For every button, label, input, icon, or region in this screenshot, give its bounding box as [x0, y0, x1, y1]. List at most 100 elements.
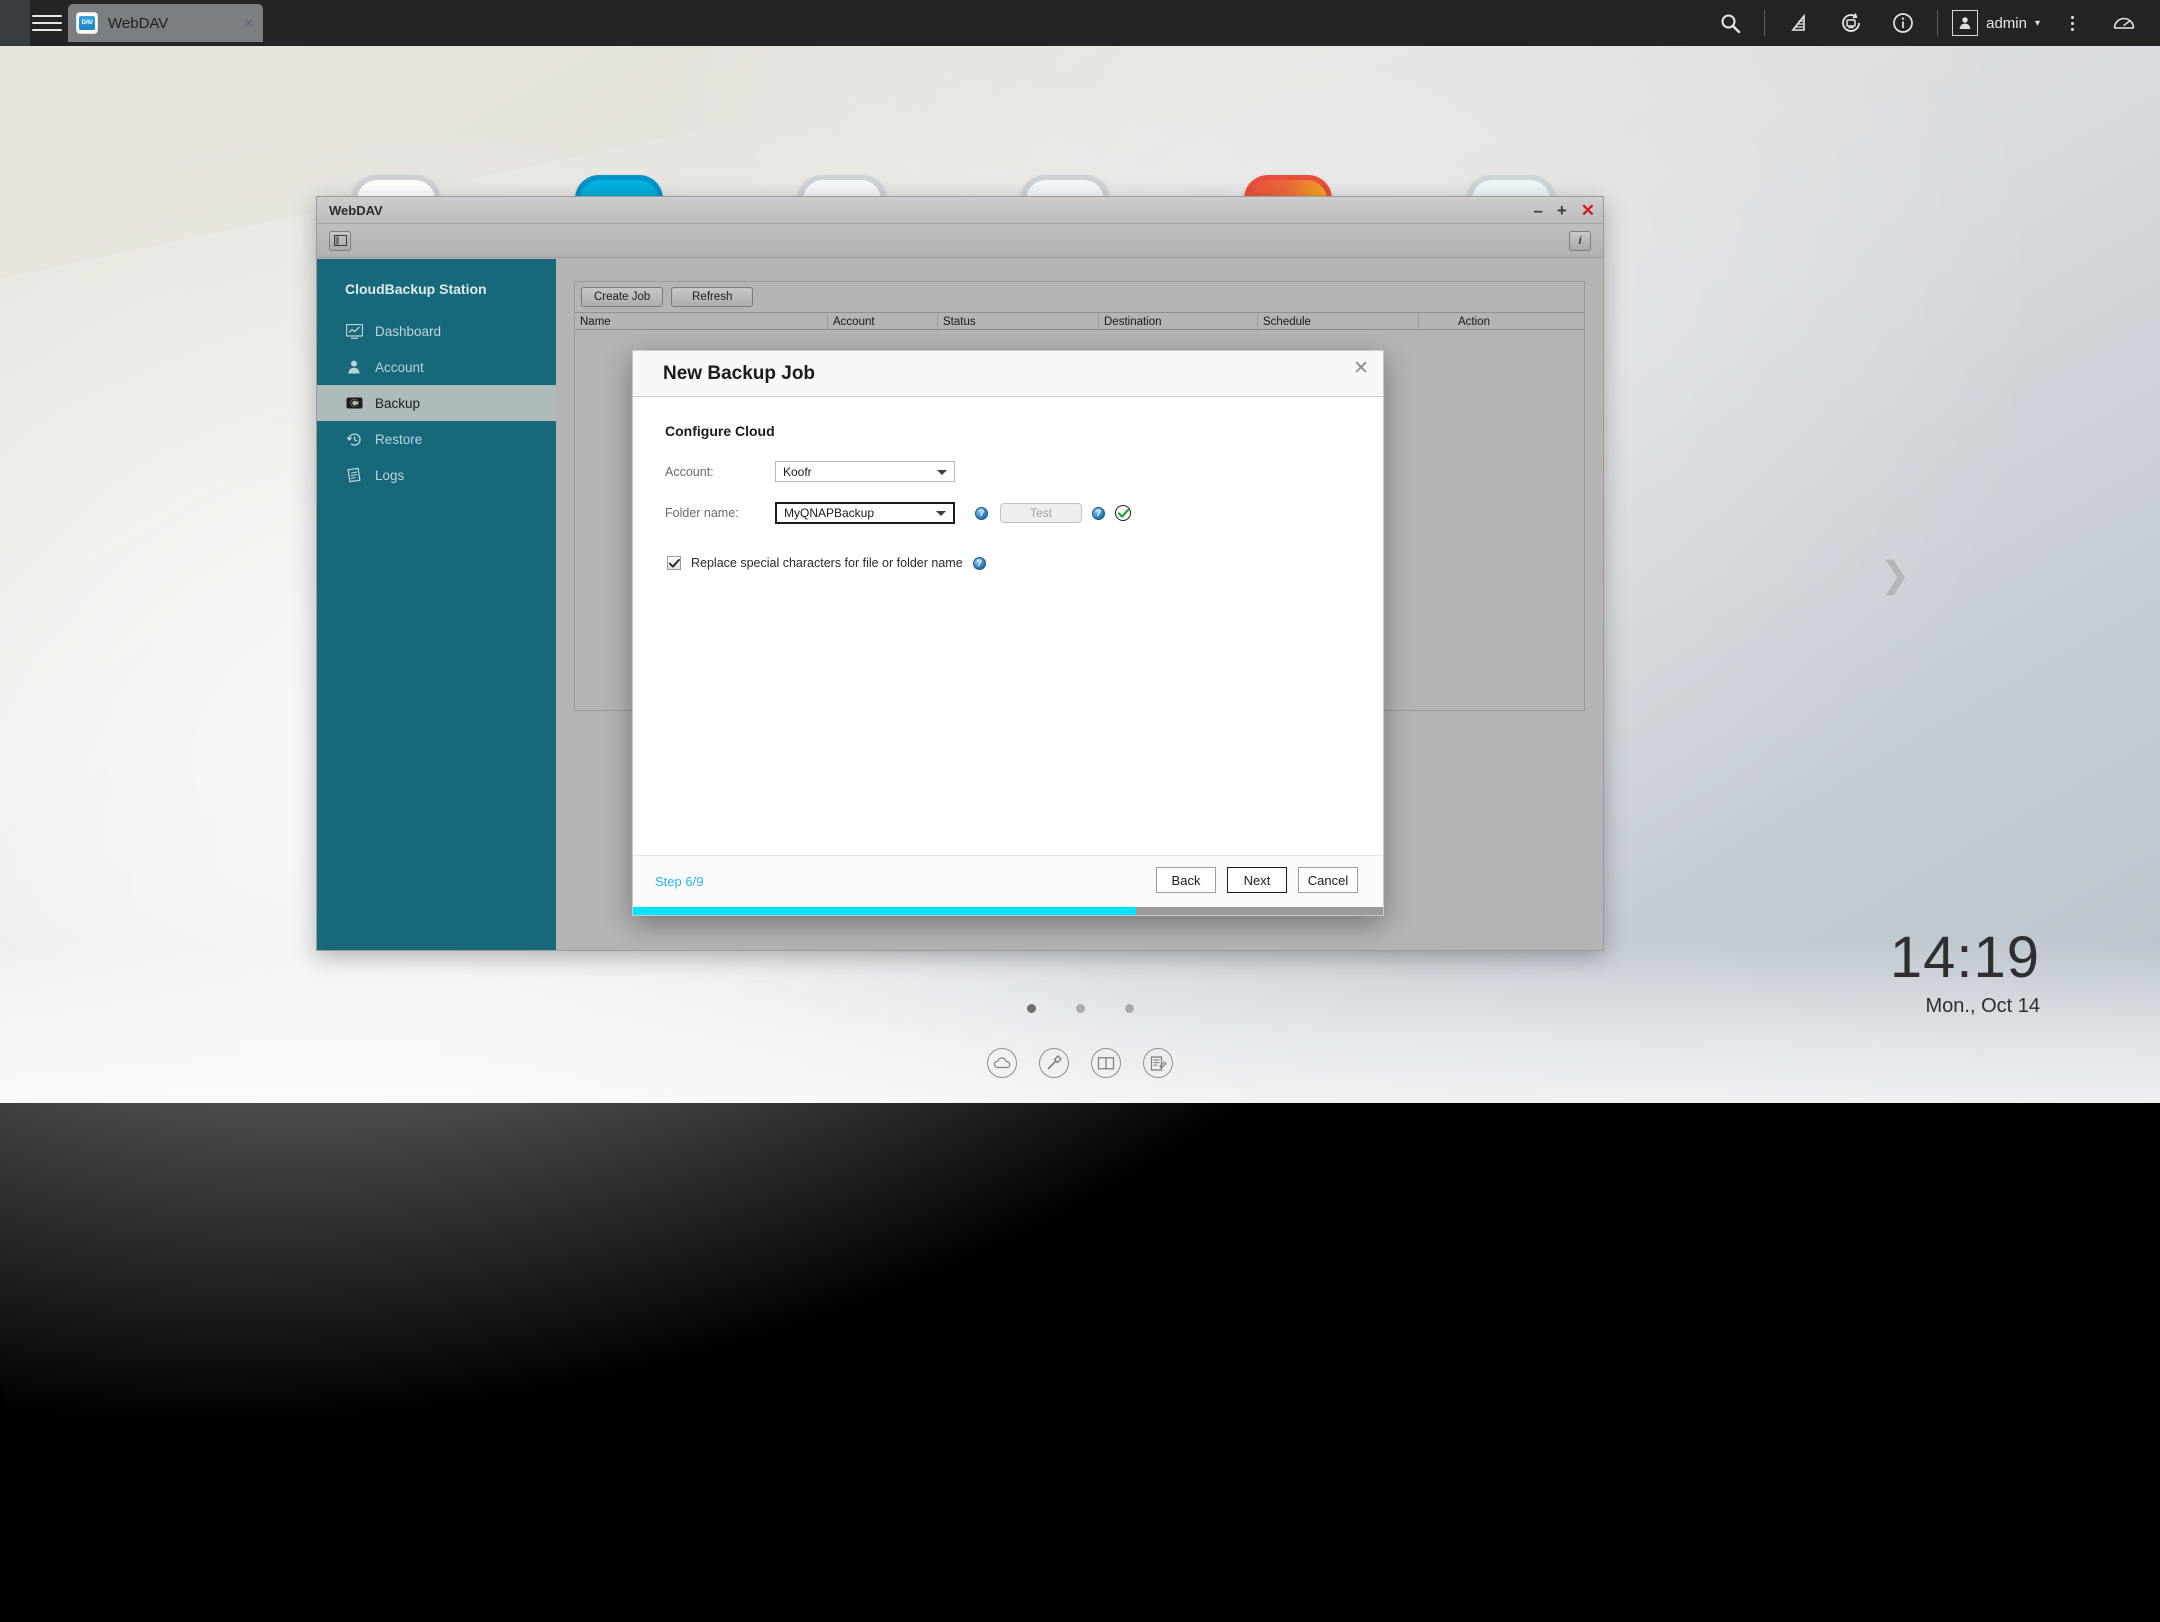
account-row: Account: Koofr [665, 461, 1383, 482]
dialog-header: New Backup Job ✕ [633, 351, 1383, 397]
replace-special-characters-row: Replace special characters for file or f… [667, 556, 1383, 570]
folder-name-label: Folder name: [665, 506, 739, 520]
hamburger-icon[interactable] [32, 10, 62, 36]
step-indicator: Step 6/9 [655, 874, 704, 889]
app-sidebar: CloudBackup Station Dashboard Account Ba… [317, 259, 556, 950]
column-header-name[interactable]: Name [575, 313, 828, 329]
window-maximize-button[interactable]: + [1557, 202, 1567, 219]
chevron-down-icon: ▾ [2034, 17, 2040, 29]
help-book-icon[interactable] [1091, 1048, 1121, 1078]
restore-icon [345, 430, 363, 448]
refresh-button[interactable]: Refresh [671, 287, 754, 307]
info-icon[interactable] [1877, 0, 1929, 46]
jobs-table-header: Name Account Status Destination Schedule… [575, 312, 1584, 330]
window-minimize-button[interactable]: – [1533, 202, 1542, 219]
tools-icon[interactable] [1039, 1048, 1069, 1078]
app-tab-webdav[interactable]: DAV WebDAV × [68, 4, 263, 42]
replace-special-characters-help-icon[interactable]: ? [972, 556, 986, 570]
notes-icon[interactable] [1143, 1048, 1173, 1078]
app-brand-label: CloudBackup Station [345, 281, 487, 297]
cancel-button[interactable]: Cancel [1298, 867, 1358, 893]
user-icon [345, 358, 363, 376]
more-vertical-icon[interactable] [2046, 0, 2098, 46]
dialog-body: Configure Cloud Account: Koofr Folder na… [633, 397, 1383, 855]
sidebar-item-label: Backup [375, 395, 421, 411]
account-label: Account: [665, 464, 714, 479]
dialog-footer: Step 6/9 Back Next Cancel [633, 855, 1383, 915]
column-header-destination[interactable]: Destination [1099, 313, 1258, 329]
webdav-favicon-icon: DAV [76, 12, 98, 34]
window-title-bar[interactable]: WebDAV – + ✕ [317, 197, 1603, 224]
wizard-progress-bar [633, 907, 1383, 915]
user-avatar-icon [1952, 10, 1979, 36]
check-circle-icon [1115, 505, 1131, 521]
desktop-dock [0, 1048, 2160, 1078]
page-dot-3[interactable] [1124, 1004, 1134, 1013]
column-header-schedule[interactable]: Schedule [1258, 313, 1419, 329]
chevron-down-icon [937, 469, 947, 475]
dialog-close-icon[interactable]: ✕ [1353, 359, 1369, 378]
sidebar-item-account[interactable]: Account [317, 349, 556, 385]
cloud-icon[interactable] [987, 1048, 1017, 1078]
folder-name-row: Folder name: MyQNAPBackup ? Test ? [665, 502, 1383, 524]
test-help-icon[interactable]: ? [1092, 506, 1105, 520]
sidebar-item-logs[interactable]: Logs [317, 457, 556, 493]
app-tab-close-icon[interactable]: × [244, 15, 253, 32]
sidebar-item-label: Account [375, 359, 424, 375]
replace-special-characters-label: Replace special characters for file or f… [691, 556, 963, 570]
sidebar-item-dashboard[interactable]: Dashboard [317, 313, 556, 349]
column-header-account[interactable]: Account [828, 313, 938, 329]
next-button[interactable]: Next [1227, 867, 1287, 893]
topbar-left-edge [0, 0, 30, 46]
jobs-toolbar: Create Job Refresh [575, 282, 1584, 312]
dialog-title: New Backup Job [663, 362, 816, 384]
replace-special-characters-checkbox[interactable] [667, 556, 681, 570]
window-controls: – + ✕ [1533, 197, 1595, 224]
topbar-divider-2 [1937, 10, 1939, 36]
backup-icon [345, 394, 363, 412]
clock-time: 14:19 [1889, 925, 2040, 990]
folder-name-select[interactable]: MyQNAPBackup [775, 502, 955, 524]
back-button[interactable]: Back [1156, 867, 1216, 893]
window-toolbar: i [317, 224, 1603, 258]
account-select-value: Koofr [783, 464, 812, 479]
speedometer-icon[interactable] [2098, 0, 2150, 46]
topbar-divider-1 [1764, 10, 1766, 36]
sidebar-item-backup[interactable]: Backup [317, 385, 556, 421]
window-close-button[interactable]: ✕ [1581, 202, 1595, 219]
page-dot-2[interactable] [1075, 1004, 1085, 1013]
topbar-icon-group: admin ▾ [1704, 0, 2150, 46]
folder-name-help-icon[interactable]: ? [975, 506, 988, 520]
resource-monitor-icon[interactable] [1773, 0, 1825, 46]
logs-icon [345, 466, 363, 484]
create-job-button[interactable]: Create Job [581, 287, 664, 307]
section-title-configure-cloud: Configure Cloud [665, 423, 775, 439]
wizard-progress-fill [633, 907, 1136, 915]
window-info-button[interactable]: i [1569, 230, 1591, 251]
new-backup-job-dialog: New Backup Job ✕ Configure Cloud Account… [632, 350, 1384, 916]
top-navigation-bar: DAV WebDAV × admin ▾ [0, 0, 2160, 46]
user-name-label: admin [1986, 14, 2027, 32]
desktop-page-dots [0, 1004, 2160, 1013]
sidebar-item-restore[interactable]: Restore [317, 421, 556, 457]
column-header-status[interactable]: Status [938, 313, 1099, 329]
column-header-action[interactable]: Action [1419, 313, 1524, 329]
chevron-down-icon [936, 511, 946, 516]
app-tab-label: WebDAV [108, 14, 169, 32]
dialog-footer-buttons: Back Next Cancel [1156, 867, 1358, 893]
next-desktop-page-arrow-icon[interactable]: ❯ [1880, 555, 1910, 596]
page-dot-1[interactable] [1026, 1004, 1036, 1013]
panel-toggle-icon[interactable] [329, 230, 351, 251]
background-tasks-icon[interactable] [1825, 0, 1877, 46]
folder-name-value: MyQNAPBackup [784, 506, 875, 520]
search-icon[interactable] [1704, 0, 1756, 46]
sidebar-item-label: Logs [375, 467, 405, 483]
webdav-favicon-label: DAV [79, 16, 95, 30]
user-menu[interactable]: admin ▾ [1946, 10, 2046, 36]
sidebar-item-label: Restore [375, 431, 423, 447]
window-title-label: WebDAV [329, 202, 383, 218]
sidebar-item-label: Dashboard [375, 323, 442, 339]
test-button[interactable]: Test [1000, 503, 1082, 523]
dashboard-icon [345, 322, 363, 340]
account-select[interactable]: Koofr [775, 461, 955, 482]
